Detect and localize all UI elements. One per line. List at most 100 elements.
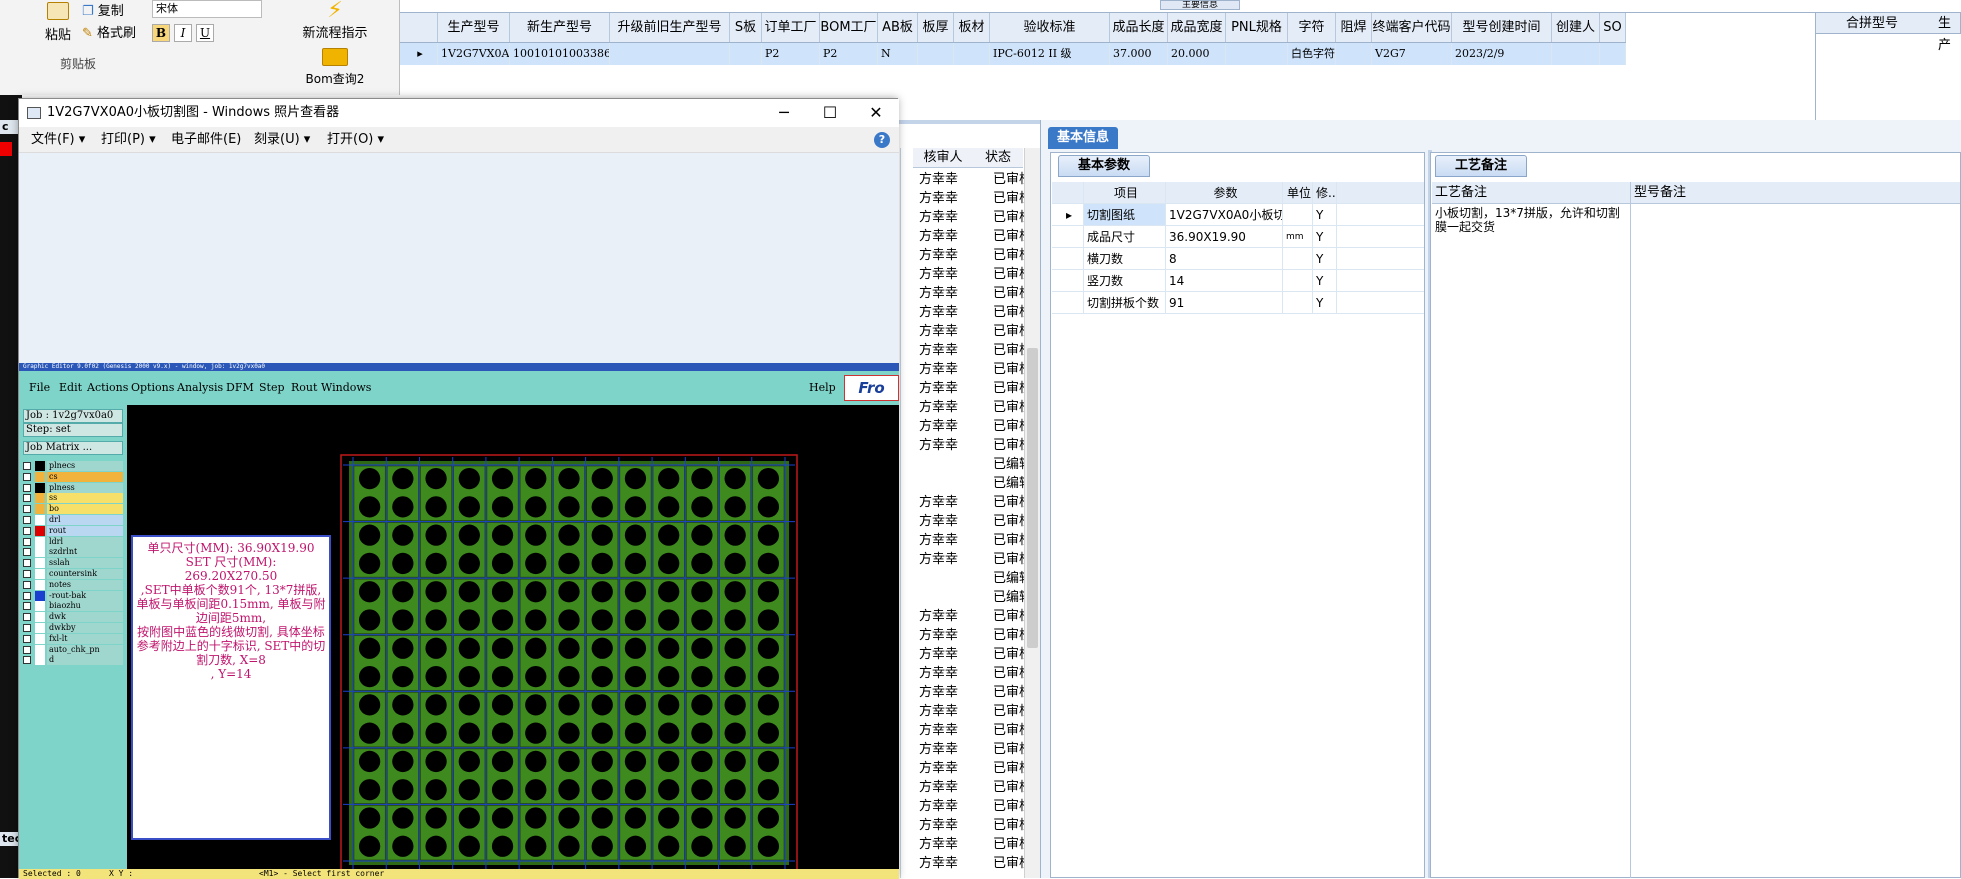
italic-button[interactable]: I bbox=[174, 24, 192, 42]
params-cell[interactable]: Y bbox=[1313, 248, 1337, 269]
status-cell[interactable]: 已审核 bbox=[993, 284, 1025, 303]
close-button[interactable]: ✕ bbox=[853, 99, 899, 127]
params-cell[interactable] bbox=[1283, 270, 1313, 291]
tab-basic-params[interactable]: 基本参数 bbox=[1058, 155, 1150, 177]
font-name-select[interactable]: 宋体 bbox=[152, 0, 262, 18]
status-cell[interactable]: 已审核 bbox=[993, 645, 1025, 664]
reviewer-cell[interactable] bbox=[919, 569, 973, 588]
reviewer-cell[interactable]: 方幸幸 bbox=[919, 550, 973, 569]
grid-column-header[interactable]: BOM工厂 bbox=[820, 13, 878, 42]
status-cell[interactable]: 已审核 bbox=[993, 683, 1025, 702]
review-list-scrollbar[interactable] bbox=[1024, 148, 1040, 878]
reviewer-cell[interactable]: 方幸幸 bbox=[919, 797, 973, 816]
reviewer-cell[interactable]: 方幸幸 bbox=[919, 227, 973, 246]
grid-column-header[interactable]: 成品长度 bbox=[1110, 13, 1168, 42]
grid-column-header[interactable]: 字符 bbox=[1288, 13, 1336, 42]
model-note-header[interactable]: 型号备注 bbox=[1630, 182, 1960, 204]
status-cell[interactable]: 已编辑 bbox=[993, 569, 1025, 588]
params-cell[interactable]: 切割拼板个数 bbox=[1084, 292, 1166, 313]
params-cell[interactable]: Y bbox=[1313, 204, 1337, 225]
status-cell[interactable]: 已审核 bbox=[993, 417, 1025, 436]
reviewer-cell[interactable]: 方幸幸 bbox=[919, 816, 973, 835]
params-row[interactable]: 成品尺寸 36.90X19.90 mm Y bbox=[1052, 226, 1424, 248]
grid-cell[interactable] bbox=[1226, 43, 1288, 65]
item-header[interactable]: 项目 bbox=[1084, 182, 1166, 203]
status-cell[interactable]: 已审核 bbox=[993, 835, 1025, 854]
reviewer-cell[interactable]: 方幸幸 bbox=[919, 493, 973, 512]
grid-cell[interactable]: 37.000 bbox=[1110, 43, 1168, 65]
tab-basic-info[interactable]: 基本信息 bbox=[1048, 127, 1118, 149]
reviewer-cell[interactable]: 方幸幸 bbox=[919, 683, 973, 702]
grid-column-header[interactable]: S板 bbox=[730, 13, 762, 42]
params-cell[interactable]: Y bbox=[1313, 270, 1337, 291]
bold-button[interactable]: B bbox=[152, 24, 170, 42]
grid-cell[interactable]: 2023/2/9 bbox=[1452, 43, 1552, 65]
status-cell[interactable]: 已审核 bbox=[993, 778, 1025, 797]
grid-cell[interactable] bbox=[918, 43, 954, 65]
reviewer-cell[interactable] bbox=[919, 474, 973, 493]
status-cell[interactable]: 已审核 bbox=[993, 531, 1025, 550]
grid-cell[interactable]: P2 bbox=[762, 43, 820, 65]
copy-button[interactable]: ❐ 复制 bbox=[82, 0, 124, 19]
status-cell[interactable]: 已审核 bbox=[993, 512, 1025, 531]
format-painter-button[interactable]: ✎ 格式刷 bbox=[82, 22, 136, 41]
bom-query-button[interactable]: Bom查询2 bbox=[300, 48, 370, 87]
status-cell[interactable]: 已审核 bbox=[993, 322, 1025, 341]
params-cell[interactable]: Y bbox=[1313, 292, 1337, 313]
reviewer-cell[interactable]: 方幸幸 bbox=[919, 208, 973, 227]
paste-button[interactable]: 粘贴 bbox=[38, 2, 78, 43]
reviewer-cell[interactable]: 方幸幸 bbox=[919, 607, 973, 626]
params-row[interactable]: ▸切割图纸1V2G7VX0A0小板切... Y bbox=[1052, 204, 1424, 226]
reviewer-cell[interactable]: 方幸幸 bbox=[919, 246, 973, 265]
grid-cell[interactable] bbox=[610, 43, 730, 65]
reviewer-cell[interactable]: 方幸幸 bbox=[919, 835, 973, 854]
grid-column-header[interactable]: 验收标准 bbox=[990, 13, 1110, 42]
status-cell[interactable]: 已审核 bbox=[993, 854, 1025, 873]
reviewer-cell[interactable]: 方幸幸 bbox=[919, 702, 973, 721]
grid-cell[interactable]: V2G7 bbox=[1372, 43, 1452, 65]
status-cell[interactable]: 已审核 bbox=[993, 341, 1025, 360]
grid-cell[interactable]: 1V2G7VX0A0 bbox=[438, 43, 510, 65]
grid-column-header[interactable]: 型号创建时间 bbox=[1452, 13, 1552, 42]
grid-column-header[interactable]: SO bbox=[1600, 13, 1626, 42]
reviewer-cell[interactable]: 方幸幸 bbox=[919, 759, 973, 778]
process-note-text[interactable]: 小板切割，13*7拼版，允许和切割膜一起交货 bbox=[1435, 206, 1620, 234]
status-cell[interactable]: 已审核 bbox=[993, 303, 1025, 322]
params-cell[interactable] bbox=[1283, 292, 1313, 313]
reviewer-cell[interactable]: 方幸幸 bbox=[919, 379, 973, 398]
grid-column-header[interactable]: 板厚 bbox=[918, 13, 954, 42]
status-cell[interactable]: 已编辑 bbox=[993, 455, 1025, 474]
menu-email[interactable]: 电子邮件(E) bbox=[171, 127, 241, 153]
grid-column-header[interactable]: PNL规格 bbox=[1226, 13, 1288, 42]
params-cell[interactable]: 切割图纸 bbox=[1084, 204, 1166, 225]
params-cell[interactable] bbox=[1283, 248, 1313, 269]
status-cell[interactable]: 已审核 bbox=[993, 265, 1025, 284]
reviewer-cell[interactable]: 方幸幸 bbox=[919, 322, 973, 341]
grid-cell[interactable] bbox=[954, 43, 990, 65]
grid-cell[interactable]: 白色字符 bbox=[1288, 43, 1336, 65]
status-cell[interactable]: 已审核 bbox=[993, 607, 1025, 626]
reviewer-cell[interactable]: 方幸幸 bbox=[919, 170, 973, 189]
params-cell[interactable]: 14 bbox=[1166, 270, 1283, 291]
reviewer-cell[interactable] bbox=[919, 455, 973, 474]
status-cell[interactable]: 已审核 bbox=[993, 170, 1025, 189]
status-cell[interactable]: 已审核 bbox=[993, 664, 1025, 683]
new-flow-button[interactable]: ⚡ 新流程指示 bbox=[290, 0, 380, 41]
reviewer-cell[interactable]: 方幸幸 bbox=[919, 189, 973, 208]
params-cell[interactable]: 1V2G7VX0A0小板切... bbox=[1166, 204, 1283, 225]
reviewer-cell[interactable]: 方幸幸 bbox=[919, 740, 973, 759]
status-cell[interactable]: 已审核 bbox=[993, 493, 1025, 512]
status-cell[interactable]: 已审核 bbox=[993, 816, 1025, 835]
reviewer-cell[interactable]: 方幸幸 bbox=[919, 664, 973, 683]
unit-header[interactable]: 单位 bbox=[1283, 182, 1313, 203]
status-cell[interactable]: 已审核 bbox=[993, 379, 1025, 398]
grid-column-header[interactable]: AB板 bbox=[878, 13, 918, 42]
status-cell[interactable]: 已审核 bbox=[993, 759, 1025, 778]
params-cell[interactable]: mm bbox=[1283, 226, 1313, 247]
status-cell[interactable]: 已审核 bbox=[993, 797, 1025, 816]
grid-column-header[interactable]: 阻焊 bbox=[1336, 13, 1372, 42]
params-cell[interactable]: 8 bbox=[1166, 248, 1283, 269]
params-cell[interactable]: 36.90X19.90 bbox=[1166, 226, 1283, 247]
status-cell[interactable]: 已审核 bbox=[993, 702, 1025, 721]
help-icon[interactable]: ? bbox=[874, 132, 890, 148]
